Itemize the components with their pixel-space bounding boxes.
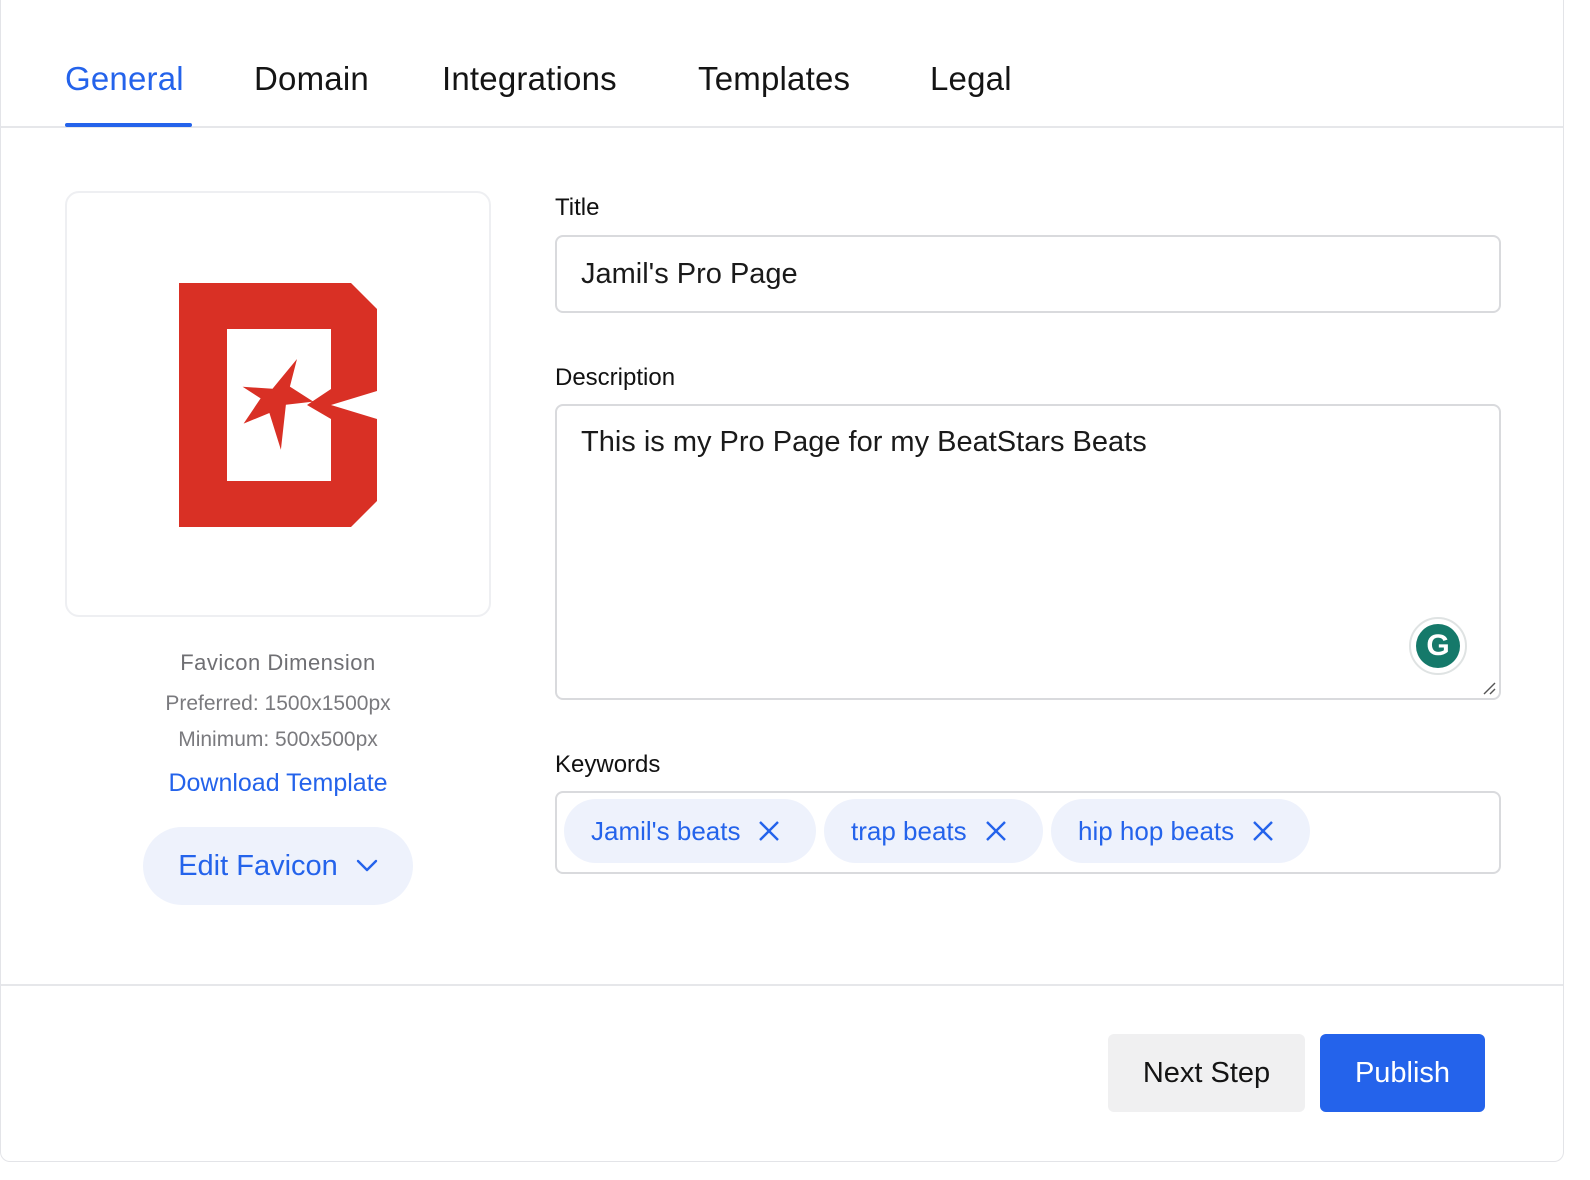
description-label: Description	[555, 364, 676, 391]
tab-legal[interactable]: Legal	[930, 58, 1012, 100]
keyword-chip: Jamil's beats	[564, 799, 816, 863]
favicon-preview	[65, 191, 491, 617]
edit-favicon-button[interactable]: Edit Favicon	[143, 827, 413, 905]
close-icon[interactable]	[758, 820, 780, 842]
tab-integrations[interactable]: Integrations	[442, 58, 617, 100]
grammarly-icon: G	[1416, 624, 1460, 668]
close-icon[interactable]	[1252, 820, 1274, 842]
active-tab-indicator	[65, 123, 192, 127]
keyword-chip: trap beats	[824, 799, 1043, 863]
tab-general[interactable]: General	[65, 58, 184, 100]
title-input[interactable]: Jamil's Pro Page	[555, 235, 1501, 313]
tab-templates[interactable]: Templates	[698, 58, 850, 100]
favicon-minimum-size: Minimum: 500x500px	[178, 728, 378, 751]
title-label: Title	[555, 194, 600, 221]
tab-bar: General Domain Integrations Templates Le…	[1, 0, 1563, 128]
resize-handle-icon[interactable]	[1482, 681, 1496, 695]
settings-panel: General Domain Integrations Templates Le…	[0, 0, 1564, 1162]
next-step-button[interactable]: Next Step	[1108, 1034, 1305, 1112]
keyword-chip-label: Jamil's beats	[591, 815, 741, 846]
description-textarea[interactable]: This is my Pro Page for my BeatStars Bea…	[555, 404, 1501, 700]
keyword-chip: hip hop beats	[1051, 799, 1310, 863]
keywords-label: Keywords	[555, 751, 661, 778]
footer-divider	[1, 984, 1563, 986]
publish-button[interactable]: Publish	[1320, 1034, 1485, 1112]
keyword-chip-label: trap beats	[851, 815, 967, 846]
favicon-preferred-size: Preferred: 1500x1500px	[165, 692, 391, 715]
tab-domain[interactable]: Domain	[254, 58, 369, 100]
chevron-down-icon	[356, 859, 377, 872]
keyword-chip-label: hip hop beats	[1078, 815, 1235, 846]
edit-favicon-label: Edit Favicon	[178, 849, 338, 882]
download-template-link[interactable]: Download Template	[65, 769, 491, 798]
beatstars-logo-icon	[179, 283, 377, 527]
favicon-dimension-title: Favicon Dimension	[180, 650, 376, 675]
grammarly-button[interactable]: G	[1409, 617, 1467, 675]
close-icon[interactable]	[985, 820, 1007, 842]
